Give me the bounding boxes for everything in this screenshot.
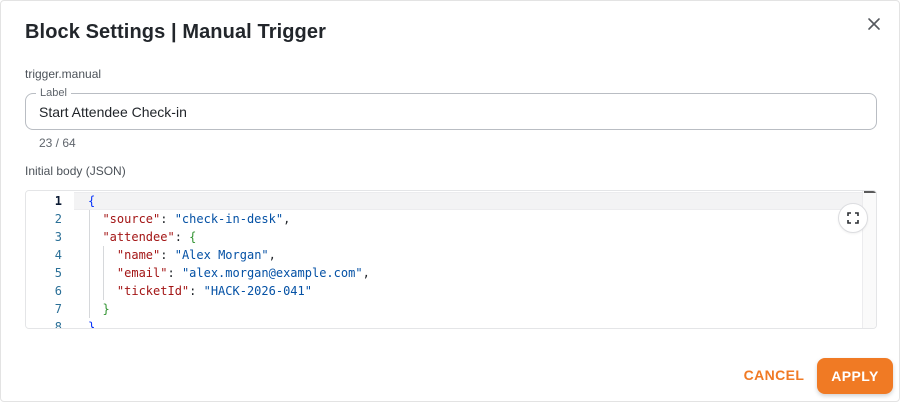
- close-button[interactable]: [863, 13, 885, 35]
- line-number: 3: [54, 230, 62, 244]
- close-icon: [868, 18, 880, 30]
- code-line: "name": "Alex Morgan",: [88, 246, 276, 264]
- line-number: 8: [54, 320, 62, 329]
- code-token: }: [102, 302, 110, 316]
- apply-button[interactable]: APPLY: [817, 358, 893, 394]
- code-token: "ticketId": [116, 284, 190, 298]
- line-number: 5: [54, 266, 62, 280]
- code-token: ,: [283, 212, 291, 226]
- code-token: "name": [116, 248, 161, 262]
- code-token: "source": [102, 212, 161, 226]
- line-number: 4: [54, 248, 62, 262]
- code-token: :: [167, 266, 182, 280]
- code-line: "attendee": {: [88, 228, 196, 246]
- code-token: {: [88, 194, 96, 208]
- code-token: "HACK-2026-041": [203, 284, 312, 298]
- code-token: }: [88, 320, 96, 329]
- code-line: }: [88, 318, 96, 329]
- code-token: {: [189, 230, 197, 244]
- code-token: :: [189, 284, 204, 298]
- code-line: {: [88, 192, 95, 210]
- label-field: Label: [25, 86, 877, 130]
- indent-guide: [89, 210, 90, 318]
- code-token: "Alex Morgan": [174, 248, 269, 262]
- code-token: ,: [362, 266, 370, 280]
- line-number: 2: [54, 212, 62, 226]
- code-token: "attendee": [102, 230, 175, 244]
- line-number: 1: [54, 194, 62, 208]
- code-line: "ticketId": "HACK-2026-041": [88, 282, 312, 300]
- label-input[interactable]: [39, 102, 859, 122]
- line-number: 6: [54, 284, 62, 298]
- fullscreen-button[interactable]: [838, 203, 868, 233]
- initial-body-label: Initial body (JSON): [25, 164, 126, 178]
- dialog-title: Block Settings | Manual Trigger: [25, 21, 326, 43]
- block-settings-dialog: Block Settings | Manual Trigger trigger.…: [0, 0, 900, 402]
- label-field-legend: Label: [36, 86, 71, 100]
- code-line: "source": "check-in-desk",: [88, 210, 290, 228]
- line-number: 7: [54, 302, 62, 316]
- code-area[interactable]: { "source": "check-in-desk", "attendee":…: [74, 191, 864, 329]
- block-type-label: trigger.manual: [25, 67, 102, 81]
- active-line-highlight: [74, 192, 864, 210]
- fullscreen-icon: [847, 212, 859, 224]
- code-token: :: [174, 230, 190, 244]
- code-token: "alex.morgan@example.com": [181, 266, 363, 280]
- code-token: :: [160, 212, 175, 226]
- code-token: "check-in-desk": [174, 212, 284, 226]
- code-line: }: [88, 300, 110, 318]
- json-editor[interactable]: 1 2 3 4 5 6 7 8 { "source": "check-in-desk", "a…: [25, 190, 877, 329]
- code-token: :: [160, 248, 175, 262]
- cancel-button[interactable]: CANCEL: [741, 358, 807, 392]
- scrollbar-cursor-marker: [864, 191, 876, 193]
- line-number-gutter: 1 2 3 4 5 6 7 8: [26, 191, 74, 328]
- code-token: ,: [268, 248, 276, 262]
- indent-guide: [103, 246, 105, 300]
- code-line: "email": "alex.morgan@example.com",: [88, 264, 370, 282]
- label-char-count: 23 / 64: [39, 136, 76, 150]
- code-token: "email": [116, 266, 168, 280]
